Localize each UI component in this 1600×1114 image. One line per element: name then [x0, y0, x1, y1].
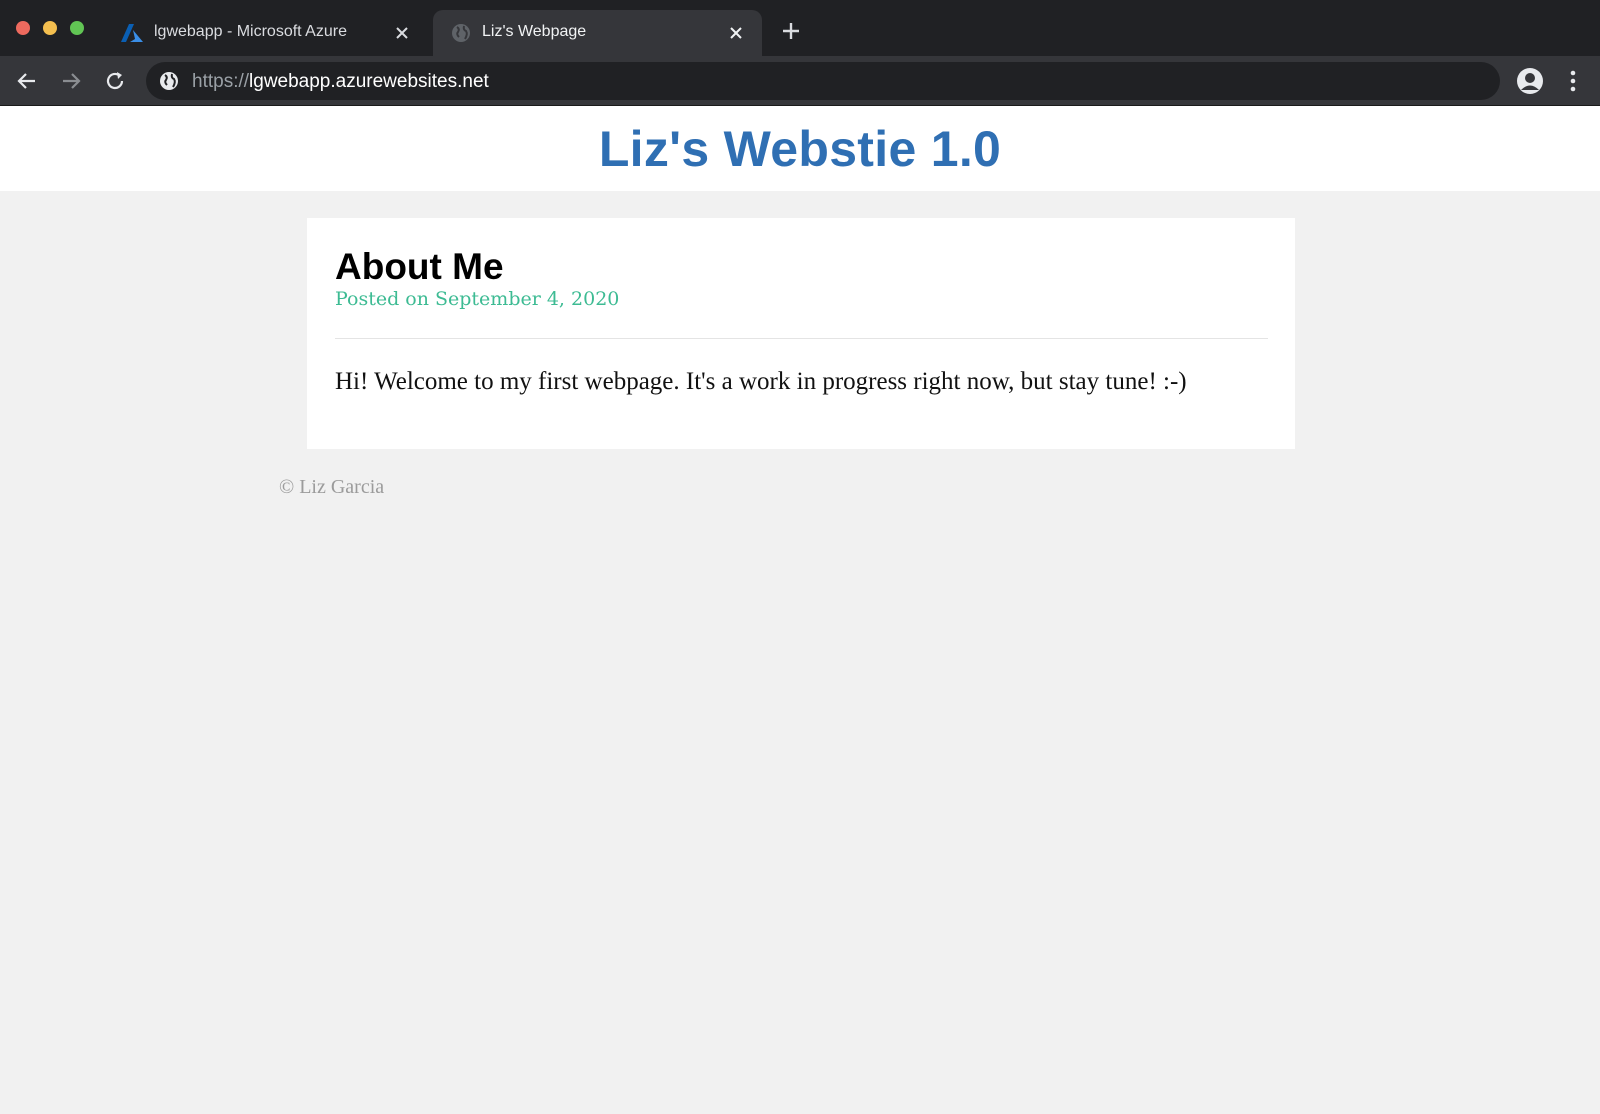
site-info-globe-icon[interactable] [159, 71, 179, 91]
tab-title: lgwebapp - Microsoft Azure [154, 23, 347, 40]
footer-copyright: © Liz Garcia [279, 476, 385, 498]
browser-frame: lgwebapp - Microsoft Azure Liz's Webpage [0, 0, 1600, 106]
post-title: About Me [335, 246, 504, 287]
url-host: lgwebapp.azurewebsites.net [249, 71, 489, 92]
post-body: Hi! Welcome to my first webpage. It's a … [335, 368, 1187, 395]
url-scheme: https:// [192, 71, 250, 92]
site-header: Liz's Webstie 1.0 [0, 106, 1600, 191]
divider [335, 338, 1268, 339]
browser-toolbar: https://lgwebapp.azurewebsites.net [0, 56, 1600, 106]
tab-azure[interactable]: lgwebapp - Microsoft Azure [110, 10, 424, 56]
forward-arrow-icon[interactable] [58, 68, 84, 94]
close-icon[interactable] [724, 21, 748, 45]
tab-title: Liz's Webpage [482, 23, 587, 40]
more-menu-icon[interactable] [1563, 69, 1583, 93]
minimize-window-button[interactable] [43, 21, 57, 35]
back-arrow-icon[interactable] [14, 68, 40, 94]
new-tab-plus-icon[interactable] [780, 20, 802, 42]
profile-avatar-icon[interactable] [1516, 67, 1544, 95]
address-bar[interactable]: https://lgwebapp.azurewebsites.net [146, 62, 1500, 100]
reload-icon[interactable] [102, 68, 128, 94]
globe-icon [451, 23, 473, 43]
close-window-button[interactable] [16, 21, 30, 35]
maximize-window-button[interactable] [70, 21, 84, 35]
close-icon[interactable] [390, 21, 414, 45]
site-title: Liz's Webstie 1.0 [598, 121, 1002, 177]
tab-lizs-webpage[interactable]: Liz's Webpage [433, 10, 762, 56]
azure-logo-icon [121, 23, 143, 43]
post-date: Posted on September 4, 2020 [335, 288, 620, 310]
post-card: About Me Posted on September 4, 2020 Hi!… [307, 218, 1295, 449]
url-text: https://lgwebapp.azurewebsites.net [192, 71, 489, 93]
